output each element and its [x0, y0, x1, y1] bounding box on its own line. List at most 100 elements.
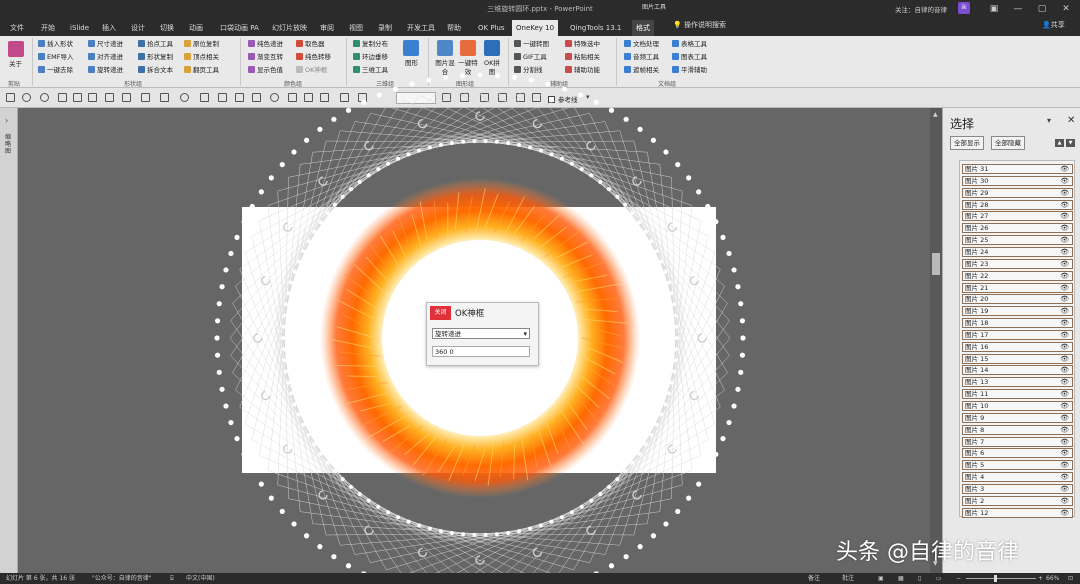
reading-view-icon[interactable]: ▯ — [918, 573, 921, 584]
selection-item[interactable]: 图片 6 👁 — [962, 448, 1073, 459]
selection-item[interactable]: 图片 25 👁 — [962, 235, 1073, 246]
bead — [409, 81, 415, 87]
selection-item[interactable]: 图片 14 👁 — [962, 365, 1073, 376]
zoom-level[interactable]: 66% — [1046, 573, 1059, 584]
visibility-eye-icon[interactable]: 👁 — [1060, 331, 1069, 339]
visibility-eye-icon[interactable]: 👁 — [1060, 390, 1069, 398]
selection-item[interactable]: 图片 19 👁 — [962, 306, 1073, 317]
selection-item[interactable]: 图片 16 👁 — [962, 341, 1073, 352]
selection-item[interactable]: 图片 4 👁 — [962, 472, 1073, 483]
pane-close-icon[interactable]: ✕ — [1067, 115, 1075, 126]
language-label[interactable]: 中文(中国) — [186, 573, 215, 584]
scroll-up-icon[interactable]: ▲ — [933, 111, 938, 118]
selection-item[interactable]: 图片 5 👁 — [962, 460, 1073, 471]
visibility-eye-icon[interactable]: 👁 — [1060, 212, 1069, 220]
visibility-eye-icon[interactable]: 👁 — [1060, 343, 1069, 351]
zoom-out-icon[interactable]: − — [956, 573, 961, 584]
selection-item[interactable]: 图片 12 👁 — [962, 507, 1073, 518]
mode-select[interactable]: 旋转递进 — [432, 328, 530, 339]
zoom-in-icon[interactable]: + — [1038, 573, 1043, 584]
bead — [325, 460, 330, 465]
visibility-eye-icon[interactable]: 👁 — [1060, 366, 1069, 374]
visibility-eye-icon[interactable]: 👁 — [1060, 189, 1069, 197]
hide-all-button[interactable]: 全部隐藏 — [991, 136, 1025, 150]
visibility-eye-icon[interactable]: 👁 — [1060, 438, 1069, 446]
selection-item[interactable]: 图片 8 👁 — [962, 424, 1073, 435]
visibility-eye-icon[interactable]: 👁 — [1060, 414, 1069, 422]
visibility-eye-icon[interactable]: 👁 — [1060, 260, 1069, 268]
visibility-eye-icon[interactable]: 👁 — [1060, 307, 1069, 315]
vertical-scrollbar[interactable]: ▲ ▼ — [930, 108, 942, 573]
string-line — [458, 498, 672, 543]
bead — [331, 554, 337, 560]
bead — [643, 229, 648, 234]
value-input[interactable]: 360 0 — [432, 346, 530, 357]
selection-item[interactable]: 图片 30 👁 — [962, 175, 1073, 186]
zoom-slider[interactable] — [966, 578, 1036, 579]
visibility-eye-icon[interactable]: 👁 — [1060, 509, 1069, 517]
visibility-eye-icon[interactable]: 👁 — [1060, 201, 1069, 209]
selection-item[interactable]: 图片 18 👁 — [962, 318, 1073, 329]
normal-view-icon[interactable]: ▣ — [878, 573, 884, 584]
spiral-mark — [586, 141, 596, 151]
visibility-eye-icon[interactable]: 👁 — [1060, 378, 1069, 386]
visibility-eye-icon[interactable]: 👁 — [1060, 295, 1069, 303]
notes-button[interactable]: 备注 — [808, 573, 820, 584]
selection-list[interactable]: 图片 31 👁 图片 30 👁 图片 29 👁 图片 28 👁 图片 27 👁 图片 26 👁 图片 2… — [959, 160, 1075, 518]
pane-options-icon[interactable]: ▾ — [1047, 116, 1051, 125]
selection-item[interactable]: 图片 3 👁 — [962, 483, 1073, 494]
selection-item[interactable]: 图片 13 👁 — [962, 377, 1073, 388]
visibility-eye-icon[interactable]: 👁 — [1060, 485, 1069, 493]
send-backward-arrow-icon[interactable]: ▼ — [1066, 139, 1075, 147]
selection-item[interactable]: 图片 2 👁 — [962, 495, 1073, 506]
bead — [214, 318, 221, 324]
comments-button[interactable]: 批注 — [842, 573, 854, 584]
visibility-eye-icon[interactable]: 👁 — [1060, 426, 1069, 434]
scroll-thumb[interactable] — [932, 253, 940, 275]
selection-item-label: 图片 18 — [965, 319, 989, 328]
slide-sorter-icon[interactable]: ▦ — [898, 573, 904, 584]
selection-item[interactable]: 图片 28 👁 — [962, 199, 1073, 210]
visibility-eye-icon[interactable]: 👁 — [1060, 165, 1069, 173]
selection-item[interactable]: 图片 11 👁 — [962, 389, 1073, 400]
selection-item[interactable]: 图片 26 👁 — [962, 223, 1073, 234]
bead — [317, 126, 323, 132]
zoom-slider-thumb[interactable] — [994, 575, 997, 582]
bead — [569, 161, 574, 166]
visibility-eye-icon[interactable]: 👁 — [1060, 497, 1069, 505]
visibility-eye-icon[interactable]: 👁 — [1060, 473, 1069, 481]
slide-artwork[interactable] — [0, 0, 1080, 584]
visibility-eye-icon[interactable]: 👁 — [1060, 355, 1069, 363]
visibility-eye-icon[interactable]: 👁 — [1060, 224, 1069, 232]
visibility-eye-icon[interactable]: 👁 — [1060, 461, 1069, 469]
bead — [637, 126, 643, 132]
visibility-eye-icon[interactable]: 👁 — [1060, 272, 1069, 280]
bead — [674, 347, 679, 352]
selection-item[interactable]: 图片 20 👁 — [962, 294, 1073, 305]
visibility-eye-icon[interactable]: 👁 — [1060, 284, 1069, 292]
selection-item[interactable]: 图片 27 👁 — [962, 211, 1073, 222]
selection-item[interactable]: 图片 24 👁 — [962, 246, 1073, 257]
selection-item[interactable]: 图片 9 👁 — [962, 412, 1073, 423]
fit-slide-icon[interactable]: ⊡ — [1068, 573, 1073, 584]
selection-item[interactable]: 图片 29 👁 — [962, 187, 1073, 198]
selection-item[interactable]: 图片 10 👁 — [962, 401, 1073, 411]
visibility-eye-icon[interactable]: 👁 — [1060, 402, 1069, 410]
visibility-eye-icon[interactable]: 👁 — [1060, 248, 1069, 256]
selection-item[interactable]: 图片 15 👁 — [962, 353, 1073, 364]
visibility-eye-icon[interactable]: 👁 — [1060, 319, 1069, 327]
selection-item[interactable]: 图片 31 👁 — [962, 164, 1073, 174]
accessibility-icon[interactable]: ⌸ — [170, 573, 174, 584]
selection-item[interactable]: 图片 22 👁 — [962, 270, 1073, 281]
visibility-eye-icon[interactable]: 👁 — [1060, 449, 1069, 457]
selection-item[interactable]: 图片 21 👁 — [962, 282, 1073, 293]
selection-item[interactable]: 图片 17 👁 — [962, 329, 1073, 340]
selection-item[interactable]: 图片 7 👁 — [962, 436, 1073, 447]
show-all-button[interactable]: 全部显示 — [950, 136, 984, 150]
dialog-close-button[interactable]: 关闭 — [430, 306, 451, 320]
visibility-eye-icon[interactable]: 👁 — [1060, 236, 1069, 244]
selection-item[interactable]: 图片 23 👁 — [962, 258, 1073, 269]
slideshow-icon[interactable]: ▭ — [936, 573, 942, 584]
visibility-eye-icon[interactable]: 👁 — [1060, 177, 1069, 185]
bring-forward-arrow-icon[interactable]: ▲ — [1055, 139, 1064, 147]
